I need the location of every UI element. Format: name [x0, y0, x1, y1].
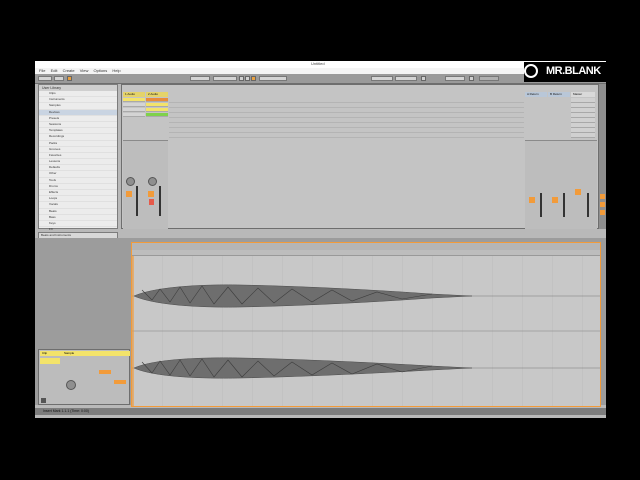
key-map-button[interactable] [445, 76, 465, 81]
session-view: 1 Audio 2 Audio A Return B Return Master… [121, 84, 599, 229]
transport-bar [35, 74, 606, 84]
clip-color-swatch[interactable] [40, 358, 60, 364]
status-bar: Insert Mark 1.1.1 (Time: 0:00) [35, 408, 606, 415]
clip-slot[interactable] [146, 103, 168, 107]
punch-in-field[interactable] [371, 76, 393, 81]
midi-map-button[interactable] [469, 76, 474, 81]
track-header-1[interactable]: 1 Audio [123, 92, 145, 97]
stop-button[interactable] [245, 76, 250, 81]
waveform-display[interactable] [132, 256, 600, 406]
clip-tab[interactable]: Clip [40, 351, 62, 356]
sample-tab[interactable]: Sample [62, 351, 130, 356]
title-bar: Untitled [35, 61, 606, 68]
clip-grid[interactable] [169, 98, 524, 138]
volume-fader[interactable] [136, 186, 138, 216]
warp-button[interactable] [99, 370, 111, 374]
clip-slot[interactable] [146, 108, 168, 112]
arrangement-position[interactable] [213, 76, 237, 81]
master-header[interactable]: Master [571, 92, 595, 97]
track-activator[interactable] [126, 191, 132, 197]
window-title: Untitled [311, 61, 325, 66]
return-header-b[interactable]: B Return [548, 92, 570, 97]
clip-properties: Clip Sample [38, 349, 130, 405]
gain-knob[interactable] [66, 380, 76, 390]
mixer-tracks [123, 140, 168, 229]
loop-position[interactable] [259, 76, 287, 81]
status-text: Insert Mark 1.1.1 (Time: 0:00) [43, 409, 89, 413]
return-header-a[interactable]: A Return [525, 92, 547, 97]
loop-button[interactable] [114, 380, 126, 384]
io-toggle[interactable] [600, 194, 605, 199]
clip-slot-playing[interactable] [146, 113, 168, 117]
metronome-button[interactable] [67, 76, 72, 81]
mixer-returns [525, 140, 597, 229]
loop-length-field[interactable] [395, 76, 417, 81]
logo-text: MR.BLANK [546, 65, 601, 77]
return-fader[interactable] [540, 193, 542, 217]
draw-mode-button[interactable] [421, 76, 426, 81]
master-fader[interactable] [587, 193, 589, 217]
time-signature-field[interactable] [54, 76, 64, 81]
sends-toggle[interactable] [600, 202, 605, 207]
clip-slot[interactable] [123, 98, 145, 102]
cpu-meter [479, 76, 499, 81]
master-activator[interactable] [575, 189, 581, 195]
return-activator[interactable] [552, 197, 558, 203]
scene-column[interactable] [571, 98, 595, 138]
channel-logo: MR.BLANK [524, 62, 640, 82]
play-button[interactable] [239, 76, 244, 81]
clip-activator[interactable] [41, 398, 46, 403]
right-toolbar [599, 84, 606, 229]
live-window: Untitled File Edit Create View Options H… [35, 61, 606, 418]
clip-slot[interactable] [123, 108, 145, 112]
return-fader[interactable] [563, 193, 565, 217]
track-activator[interactable] [148, 191, 154, 197]
quantize-menu[interactable] [190, 76, 210, 81]
arm-button[interactable] [149, 199, 154, 205]
clip-slot[interactable] [146, 98, 168, 102]
track-header-2[interactable]: 2 Audio [146, 92, 168, 97]
record-button[interactable] [251, 76, 256, 81]
pan-knob[interactable] [126, 177, 135, 186]
volume-fader[interactable] [159, 186, 161, 216]
clip-slot[interactable] [123, 103, 145, 107]
tempo-field[interactable] [38, 76, 52, 81]
return-activator[interactable] [529, 197, 535, 203]
mixer-toggle[interactable] [600, 210, 605, 215]
browser-panel: User Library Clips Instruments Samples D… [38, 84, 118, 234]
logo-circle-icon [524, 64, 538, 78]
sample-editor [131, 242, 601, 407]
clip-slot[interactable] [123, 113, 145, 117]
pan-knob[interactable] [148, 177, 157, 186]
